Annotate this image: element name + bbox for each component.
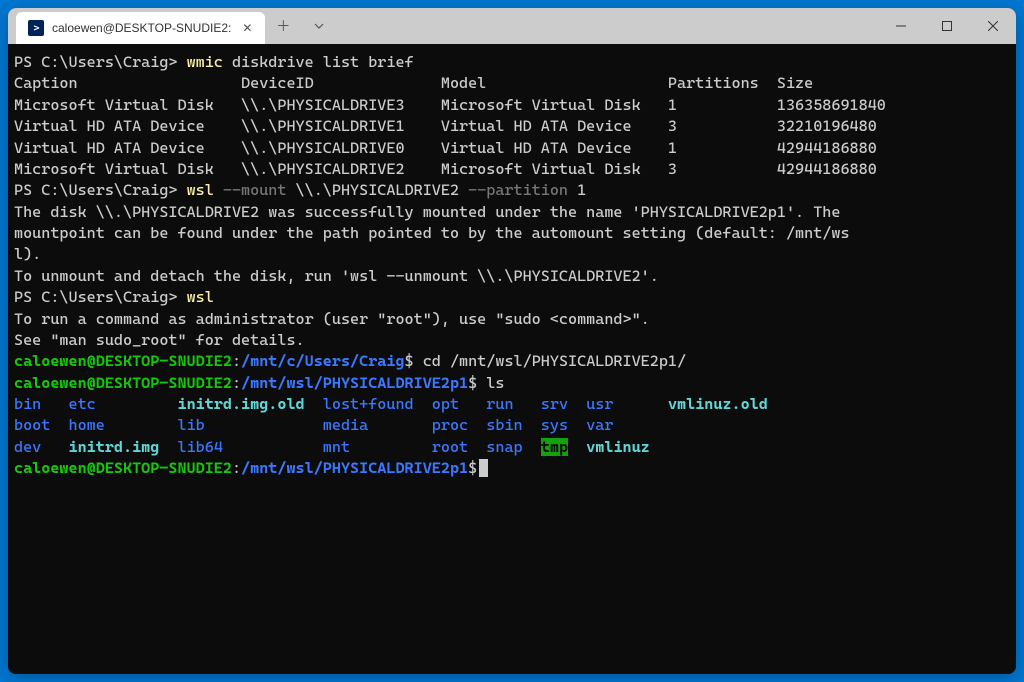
close-window-button[interactable] [970,8,1016,44]
tab-active[interactable]: caloewen@DESKTOP-SNUDIE2: ✕ [16,12,265,44]
tab-dropdown-button[interactable] [301,8,337,44]
new-tab-button[interactable]: ＋ [265,8,301,44]
window-controls [878,8,1016,44]
powershell-icon [28,20,44,36]
terminal-window: caloewen@DESKTOP-SNUDIE2: ✕ ＋ PS C:\User… [8,8,1016,674]
terminal-content[interactable]: PS C:\Users\Craig> wmic diskdrive list b… [8,44,1016,674]
tab-title: caloewen@DESKTOP-SNUDIE2: [52,21,231,35]
tab-strip: caloewen@DESKTOP-SNUDIE2: ✕ ＋ [8,8,878,44]
titlebar: caloewen@DESKTOP-SNUDIE2: ✕ ＋ [8,8,1016,44]
cursor [479,459,488,477]
maximize-button[interactable] [924,8,970,44]
close-tab-icon[interactable]: ✕ [239,20,255,36]
minimize-button[interactable] [878,8,924,44]
